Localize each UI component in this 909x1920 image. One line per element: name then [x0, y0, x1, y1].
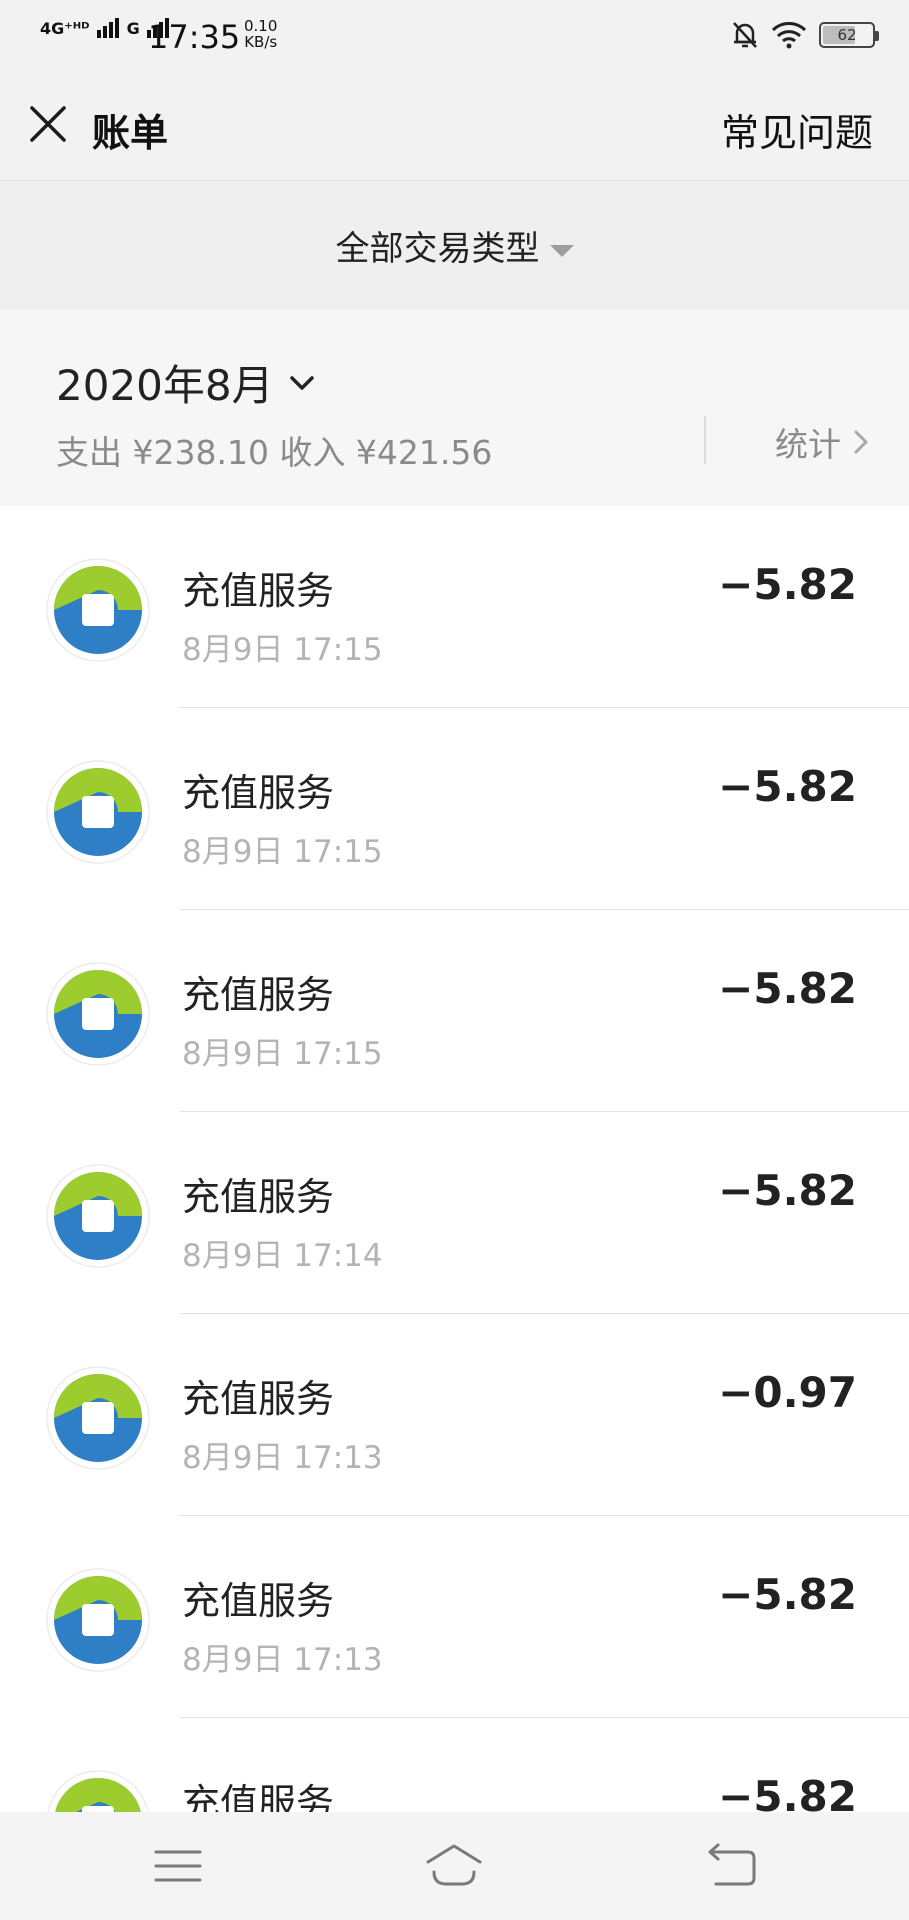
app-header: 账单 常见问题 [0, 72, 909, 180]
transaction-amount: −0.97 [718, 1368, 857, 1417]
transaction-row[interactable]: 充值服务 8月9日 17:15 −5.82 [0, 708, 909, 910]
faq-link[interactable]: 常见问题 [721, 102, 873, 157]
transaction-title: 充值服务 [182, 1377, 335, 1421]
statistics-link[interactable]: 统计 [775, 418, 869, 466]
merchant-logo-icon [46, 1568, 150, 1672]
transaction-type-filter[interactable]: 全部交易类型 [0, 221, 909, 270]
merchant-logo-icon [46, 962, 150, 1066]
transaction-amount: −5.82 [718, 1166, 857, 1215]
transaction-row[interactable]: 充值服务 8月9日 17:13 −5.82 [0, 1516, 909, 1718]
menu-icon[interactable] [148, 1838, 208, 1894]
transaction-time: 8月9日 17:13 [182, 1440, 383, 1476]
transaction-time: 8月9日 17:13 [182, 1642, 383, 1678]
network-speed-value: 0.10 [244, 17, 278, 35]
battery-icon: 62 [819, 22, 879, 48]
network-speed: 0.10 KB/s [244, 18, 277, 50]
merchant-logo-icon [46, 1164, 150, 1268]
transaction-title: 充值服务 [182, 1175, 335, 1219]
transaction-title: 充值服务 [182, 1579, 335, 1623]
transaction-title: 充值服务 [182, 973, 335, 1017]
network-type-secondary: G [126, 19, 140, 38]
transaction-list: 充值服务 8月9日 17:15 −5.82 充值服务 8月9日 17:15 −5… [0, 506, 909, 1920]
transaction-amount: −5.82 [718, 560, 857, 609]
transaction-amount: −5.82 [718, 762, 857, 811]
transaction-row[interactable]: 充值服务 8月9日 17:15 −5.82 [0, 910, 909, 1112]
filter-label: 全部交易类型 [335, 229, 540, 269]
month-totals: 支出 ¥238.10 收入 ¥421.56 [56, 433, 493, 472]
statistics-label: 统计 [775, 425, 841, 464]
network-type-primary: 4G⁺ᴴᴰ [40, 19, 90, 38]
mute-bell-icon [733, 22, 757, 48]
transaction-row[interactable]: 充值服务 8月9日 17:13 −0.97 [0, 1314, 909, 1516]
network-speed-unit: KB/s [244, 33, 278, 51]
transaction-amount: −5.82 [718, 1570, 857, 1619]
close-icon[interactable] [26, 102, 70, 146]
transaction-amount: −5.82 [718, 964, 857, 1013]
transaction-title: 充值服务 [182, 569, 335, 613]
transaction-title: 充值服务 [182, 771, 335, 815]
battery-level: 62 [837, 26, 857, 44]
transaction-time: 8月9日 17:14 [182, 1238, 383, 1274]
month-summary: 2020年8月 支出 ¥238.10 收入 ¥421.56 统计 [0, 310, 909, 506]
back-icon[interactable] [702, 1838, 762, 1894]
caret-down-icon [549, 244, 574, 257]
merchant-logo-icon [46, 760, 150, 864]
merchant-logo-icon [46, 558, 150, 662]
transaction-time: 8月9日 17:15 [182, 834, 383, 870]
page-title: 账单 [92, 111, 169, 155]
signal-bars-icon [97, 18, 121, 38]
filter-bar: 全部交易类型 [0, 180, 909, 310]
month-label: 2020年8月 [56, 361, 274, 410]
status-bar: 4G⁺ᴴᴰ G 17:35 0.10 KB/s 62 [0, 0, 909, 72]
transaction-row[interactable]: 充值服务 8月9日 17:15 −5.82 [0, 506, 909, 708]
wifi-icon [771, 22, 807, 49]
month-selector[interactable]: 2020年8月 [56, 352, 316, 413]
chevron-down-icon [289, 375, 314, 390]
divider [704, 416, 706, 464]
transaction-row[interactable]: 充值服务 8月9日 17:14 −5.82 [0, 1112, 909, 1314]
chevron-right-icon [854, 430, 868, 454]
home-icon[interactable] [424, 1838, 484, 1894]
status-icons: 62 [719, 20, 879, 50]
transaction-time: 8月9日 17:15 [182, 1036, 383, 1072]
transaction-time: 8月9日 17:15 [182, 632, 383, 668]
clock: 17:35 [148, 18, 241, 56]
merchant-logo-icon [46, 1366, 150, 1470]
system-nav-bar [0, 1812, 909, 1920]
